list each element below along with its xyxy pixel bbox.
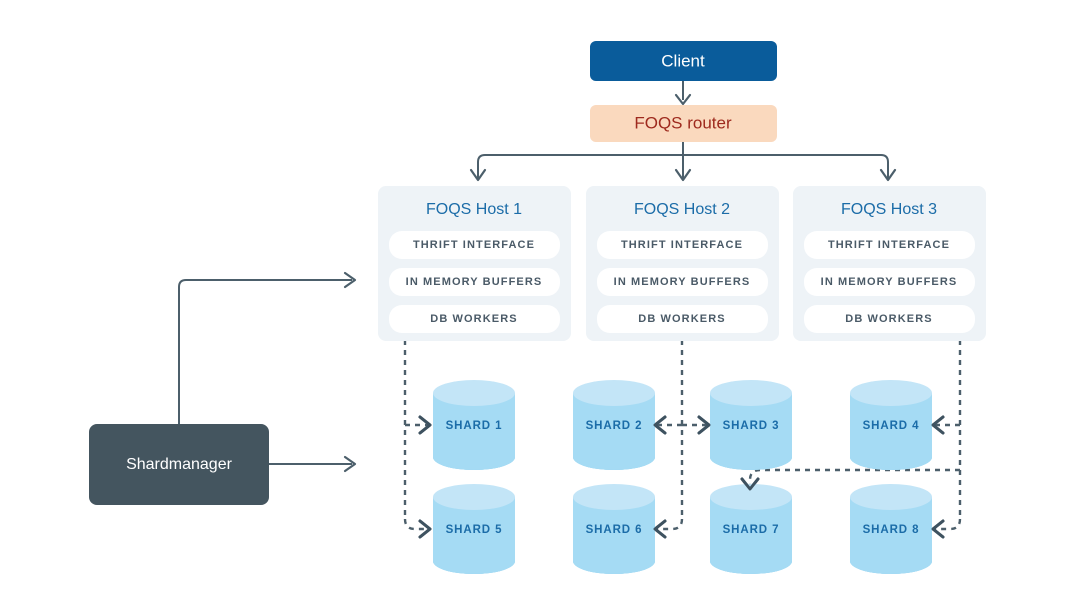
architecture-diagram: Client FOQS router Shardmanager FOQS Hos… — [0, 0, 1080, 608]
arrow-into-shard-2 — [653, 415, 667, 435]
arrow-into-shard-7 — [740, 477, 760, 491]
arrow-into-shard-5 — [418, 519, 432, 539]
arrow-into-shard-3 — [697, 415, 711, 435]
arrow-into-shard-6 — [653, 519, 667, 539]
arrow-into-shard-1 — [418, 415, 432, 435]
arrow-into-shard-4 — [931, 415, 945, 435]
arrow-into-shard-8 — [931, 519, 945, 539]
arrowhead-overlay-layer — [418, 415, 945, 539]
